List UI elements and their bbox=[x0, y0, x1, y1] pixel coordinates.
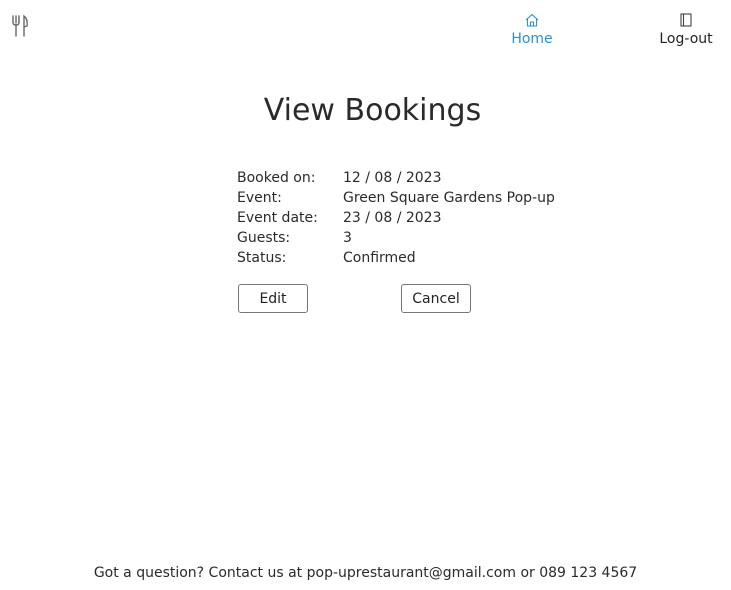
booking-details: Booked on: 12 / 08 / 2023 Event: Green S… bbox=[237, 168, 555, 268]
door-icon bbox=[680, 13, 692, 27]
booked-on-row: Booked on: 12 / 08 / 2023 bbox=[237, 168, 555, 188]
status-value: Confirmed bbox=[343, 250, 416, 266]
nav-home[interactable]: Home bbox=[505, 12, 559, 48]
page: Home Log-out View Bookings Booked on: 12… bbox=[0, 0, 731, 590]
event-date-value: 23 / 08 / 2023 bbox=[343, 210, 442, 226]
event-value: Green Square Gardens Pop-up bbox=[343, 190, 555, 206]
nav-logout[interactable]: Log-out bbox=[653, 12, 719, 48]
guests-label: Guests: bbox=[237, 230, 291, 246]
event-date-row: Event date: 23 / 08 / 2023 bbox=[237, 208, 555, 228]
nav-logout-label: Log-out bbox=[659, 31, 713, 47]
status-label: Status: bbox=[237, 250, 287, 266]
booked-on-value: 12 / 08 / 2023 bbox=[343, 170, 442, 186]
nav-home-label: Home bbox=[511, 31, 553, 47]
event-row: Event: Green Square Gardens Pop-up bbox=[237, 188, 555, 208]
event-label: Event: bbox=[237, 190, 282, 206]
booked-on-label: Booked on: bbox=[237, 170, 316, 186]
fork-knife-icon[interactable] bbox=[11, 14, 29, 38]
status-row: Status: Confirmed bbox=[237, 248, 555, 268]
edit-button[interactable]: Edit bbox=[238, 284, 308, 313]
guests-row: Guests: 3 bbox=[237, 228, 555, 248]
page-title: View Bookings bbox=[263, 93, 482, 128]
cancel-button[interactable]: Cancel bbox=[401, 284, 471, 313]
footer-contact: Got a question? Contact us at pop-uprest… bbox=[93, 565, 638, 581]
event-date-label: Event date: bbox=[237, 210, 318, 226]
guests-value: 3 bbox=[343, 230, 352, 246]
home-icon bbox=[525, 13, 539, 27]
